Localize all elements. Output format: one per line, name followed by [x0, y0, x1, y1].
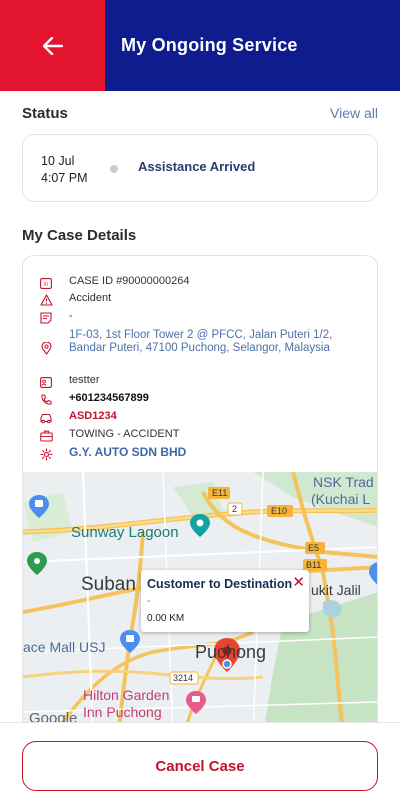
briefcase-icon	[37, 429, 55, 443]
map-label-2: 2	[232, 504, 238, 514]
popup-subtitle: -	[147, 596, 151, 607]
status-section-title: Status	[22, 105, 68, 122]
case-company-row: G.Y. AUTO SDN BHD	[37, 446, 365, 461]
view-all-link[interactable]: View all	[330, 105, 378, 121]
case-id-row: ID CASE ID #90000000264	[37, 275, 365, 290]
status-text: Assistance Arrived	[138, 159, 256, 174]
app-screen: My Ongoing Service Status View all 10 Ju…	[0, 0, 400, 804]
header-title-area: My Ongoing Service	[105, 0, 400, 91]
map-label-usj: ace Mall USJ	[23, 639, 106, 655]
case-address-row: 1F-03, 1st Floor Tower 2 @ PFCC, Jalan P…	[37, 329, 365, 355]
map-label-sunway: Sunway Lagoon	[71, 524, 179, 541]
workshop-icon	[37, 447, 55, 461]
note-icon	[37, 311, 55, 325]
map-label-kuchai: (Kuchai L	[311, 491, 371, 507]
map-label-e10: E10	[271, 506, 288, 516]
case-name-row: testter	[37, 374, 365, 389]
case-phone-row: +601234567899	[37, 392, 365, 407]
status-date: 10 Jul	[41, 154, 75, 168]
back-button[interactable]	[33, 26, 73, 66]
map-label-e11: E11	[212, 488, 228, 498]
case-details-card: ID CASE ID #90000000264 Accident - 1F-03…	[22, 255, 378, 735]
map-label-hilton2: Inn Puchong	[83, 704, 162, 720]
page-title: My Ongoing Service	[121, 35, 298, 55]
case-section-title: My Case Details	[22, 227, 137, 244]
case-plate-row: ASD1234	[37, 410, 365, 425]
popup-title: Customer to Destination	[147, 577, 293, 591]
case-name: testter	[69, 374, 100, 386]
id-card-icon: ID	[37, 276, 55, 290]
case-plate: ASD1234	[69, 410, 117, 422]
status-dot-icon	[110, 165, 118, 173]
case-remarks: -	[69, 310, 73, 322]
map-label-hilton1: Hilton Garden	[83, 687, 170, 703]
case-phone[interactable]: +601234567899	[69, 392, 149, 405]
map-label-puchong: Puchong	[195, 642, 267, 662]
route-map[interactable]: NSK Trad (Kuchai L E11 2 E10 Sunway Lago…	[23, 472, 377, 734]
close-icon[interactable]: ✕	[292, 573, 305, 591]
location-pin-icon	[37, 341, 55, 355]
case-service: TOWING - ACCIDENT	[69, 428, 180, 440]
phone-icon	[37, 393, 55, 407]
case-id: CASE ID #90000000264	[69, 275, 190, 287]
status-card[interactable]: 10 Jul 4:07 PM Assistance Arrived	[22, 134, 378, 202]
case-remarks-row: -	[37, 310, 365, 325]
bottom-bar: Cancel Case	[0, 722, 400, 804]
svg-text:ID: ID	[44, 281, 49, 286]
popup-distance: 0.00 KM	[147, 613, 185, 624]
status-datetime: 10 Jul 4:07 PM	[41, 153, 88, 187]
case-service-row: TOWING - ACCIDENT	[37, 428, 365, 443]
person-card-icon	[37, 375, 55, 389]
map-label-nsk: NSK Trad	[313, 474, 374, 490]
map-label-jalil: ukit Jalil	[311, 582, 361, 598]
map-label-b11: B11	[306, 560, 322, 570]
app-header: My Ongoing Service	[0, 0, 400, 91]
arrow-left-icon	[42, 36, 63, 55]
car-icon	[37, 411, 55, 425]
map-label-e5: E5	[308, 543, 320, 553]
status-time: 4:07 PM	[41, 171, 88, 185]
warning-icon	[37, 293, 55, 307]
case-address[interactable]: 1F-03, 1st Floor Tower 2 @ PFCC, Jalan P…	[69, 329, 365, 355]
case-company[interactable]: G.Y. AUTO SDN BHD	[69, 446, 186, 459]
map-label-subang: Suban	[81, 574, 136, 595]
header-back-area	[0, 0, 105, 91]
case-type-row: Accident	[37, 292, 365, 307]
cancel-case-button[interactable]: Cancel Case	[22, 741, 378, 791]
route-info-popup: Customer to Destination ✕ - 0.00 KM	[141, 570, 309, 632]
map-label-3214: 3214	[173, 673, 194, 683]
case-type: Accident	[69, 292, 112, 304]
